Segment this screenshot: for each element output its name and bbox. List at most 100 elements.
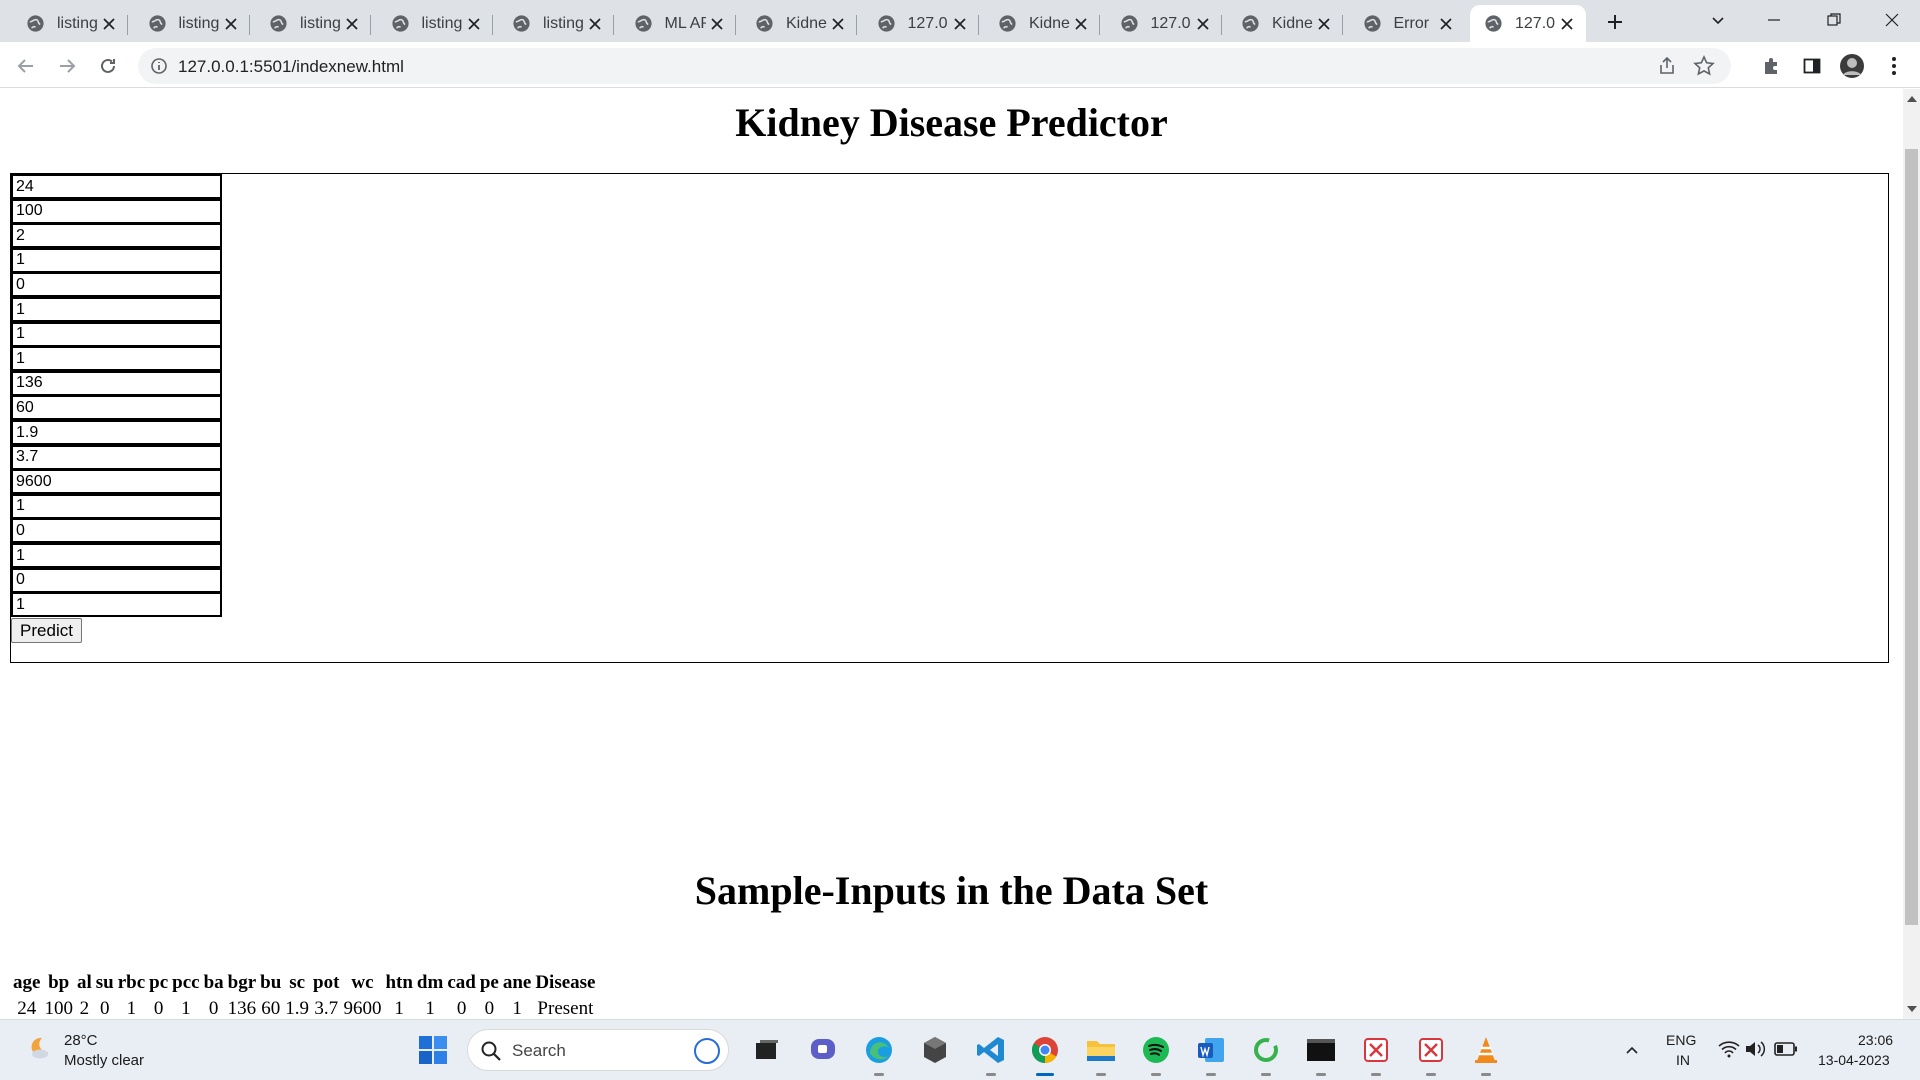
- close-tab-icon[interactable]: [1435, 13, 1457, 35]
- volume-icon[interactable]: [1744, 1040, 1766, 1058]
- profile-avatar[interactable]: [1838, 52, 1866, 80]
- browser-tab[interactable]: listing: [498, 5, 614, 42]
- feature-input[interactable]: [11, 469, 222, 495]
- file-explorer-app[interactable]: [1084, 1033, 1118, 1076]
- chrome-app[interactable]: [1028, 1033, 1062, 1076]
- predict-button[interactable]: Predict: [11, 618, 82, 643]
- region-indicator[interactable]: IN: [1676, 1052, 1690, 1068]
- info-icon[interactable]: [150, 57, 168, 75]
- tool-app-2[interactable]: [1414, 1033, 1448, 1076]
- feature-input[interactable]: [11, 370, 222, 396]
- share-icon[interactable]: [1657, 56, 1677, 76]
- feature-input[interactable]: [11, 272, 222, 298]
- close-tab-icon[interactable]: [1556, 13, 1578, 35]
- browser-tab[interactable]: Kidney: [1227, 5, 1343, 42]
- task-view-app[interactable]: [750, 1033, 784, 1067]
- clock-date[interactable]: 13-04-2023: [1818, 1052, 1890, 1068]
- page-scrollbar[interactable]: [1903, 89, 1920, 1019]
- browser-tab[interactable]: ML AP: [620, 5, 736, 42]
- feature-input[interactable]: [11, 395, 222, 421]
- chevron-up-icon[interactable]: [1624, 1042, 1640, 1058]
- browser-tab[interactable]: 127.0.: [1106, 5, 1222, 42]
- vlc-app[interactable]: [1469, 1033, 1503, 1076]
- feature-input[interactable]: [11, 493, 222, 519]
- page-title: Kidney Disease Predictor: [735, 100, 1168, 145]
- wifi-icon[interactable]: [1718, 1040, 1740, 1058]
- unity-app[interactable]: [918, 1033, 952, 1067]
- browser-tab[interactable]: Kidney: [984, 5, 1100, 42]
- address-bar[interactable]: 127.0.0.1:5501/indexnew.html: [138, 48, 1731, 84]
- feature-input[interactable]: [11, 518, 222, 544]
- tool-app-1[interactable]: [1359, 1033, 1393, 1076]
- circle-app[interactable]: [1249, 1033, 1283, 1076]
- tab-search-button[interactable]: [1690, 0, 1746, 40]
- teams-chat-app[interactable]: [806, 1033, 840, 1067]
- browser-tab[interactable]: Error: [1349, 5, 1465, 42]
- reload-button[interactable]: [92, 50, 124, 82]
- feature-input[interactable]: [11, 592, 222, 618]
- feature-input[interactable]: [11, 444, 222, 470]
- browser-tab[interactable]: Kidney: [741, 5, 857, 42]
- browser-tab[interactable]: 127.0.: [863, 5, 979, 42]
- feature-input[interactable]: [11, 567, 222, 593]
- weather-temperature[interactable]: 28°C: [64, 1032, 98, 1049]
- restore-button[interactable]: [1806, 0, 1862, 40]
- feature-input[interactable]: [11, 346, 222, 372]
- browser-tab[interactable]: listing: [255, 5, 371, 42]
- taskbar-search[interactable]: Search: [467, 1029, 729, 1071]
- forward-button[interactable]: [51, 50, 83, 82]
- moon-cloud-icon[interactable]: [24, 1034, 52, 1062]
- scroll-down-arrow[interactable]: [1907, 1006, 1917, 1012]
- tab-active[interactable]: 127.0.: [1470, 5, 1586, 42]
- battery-icon[interactable]: [1774, 1042, 1798, 1056]
- close-tab-icon[interactable]: [584, 13, 606, 35]
- minimize-icon: [1768, 19, 1780, 21]
- back-button[interactable]: [10, 50, 42, 82]
- url-text[interactable]: 127.0.0.1:5501/indexnew.html: [178, 57, 404, 77]
- menu-button[interactable]: [1880, 52, 1908, 80]
- bookmark-star-icon[interactable]: [1693, 55, 1715, 77]
- tab-separator: [491, 15, 493, 35]
- close-tab-icon[interactable]: [463, 13, 485, 35]
- feature-input[interactable]: [11, 174, 222, 199]
- table-cell: 0: [484, 998, 495, 1019]
- word-app[interactable]: [1194, 1033, 1228, 1076]
- feature-input[interactable]: [11, 420, 222, 445]
- close-tab-icon[interactable]: [220, 13, 242, 35]
- close-tab-icon[interactable]: [827, 13, 849, 35]
- feature-input[interactable]: [11, 321, 222, 347]
- close-tab-icon[interactable]: [98, 13, 120, 35]
- minimize-button[interactable]: [1746, 0, 1802, 40]
- column-header: pc: [149, 972, 169, 993]
- scroll-up-arrow[interactable]: [1907, 96, 1917, 102]
- feature-input[interactable]: [11, 297, 222, 322]
- clock-time[interactable]: 23:06: [1858, 1032, 1893, 1048]
- language-indicator[interactable]: ENG: [1666, 1032, 1696, 1048]
- bing-icon[interactable]: [694, 1038, 720, 1064]
- close-tab-icon[interactable]: [1313, 13, 1335, 35]
- ring-icon: [1254, 1038, 1278, 1062]
- extensions-button[interactable]: [1758, 52, 1786, 80]
- close-tab-icon[interactable]: [1192, 13, 1214, 35]
- browser-tab[interactable]: listing: [12, 5, 128, 42]
- feature-input[interactable]: [11, 543, 222, 568]
- edge-app[interactable]: [862, 1033, 896, 1076]
- scrollbar-thumb[interactable]: [1905, 149, 1918, 925]
- close-window-button[interactable]: [1864, 0, 1920, 40]
- browser-tab[interactable]: listing: [377, 5, 493, 42]
- windows-start-icon[interactable]: [418, 1035, 448, 1065]
- close-tab-icon[interactable]: [706, 13, 728, 35]
- feature-input[interactable]: [11, 247, 222, 273]
- side-panel-button[interactable]: [1798, 52, 1826, 80]
- close-tab-icon[interactable]: [949, 13, 971, 35]
- spotify-app[interactable]: [1139, 1033, 1173, 1076]
- browser-tab[interactable]: listing: [134, 5, 250, 42]
- weather-description[interactable]: Mostly clear: [64, 1052, 144, 1069]
- terminal-app[interactable]: [1304, 1033, 1338, 1076]
- feature-input[interactable]: [11, 198, 222, 224]
- close-tab-icon[interactable]: [1070, 13, 1092, 35]
- vscode-app[interactable]: [974, 1033, 1008, 1076]
- close-tab-icon[interactable]: [341, 13, 363, 35]
- new-tab-button[interactable]: [1600, 7, 1630, 37]
- feature-input[interactable]: [11, 223, 222, 249]
